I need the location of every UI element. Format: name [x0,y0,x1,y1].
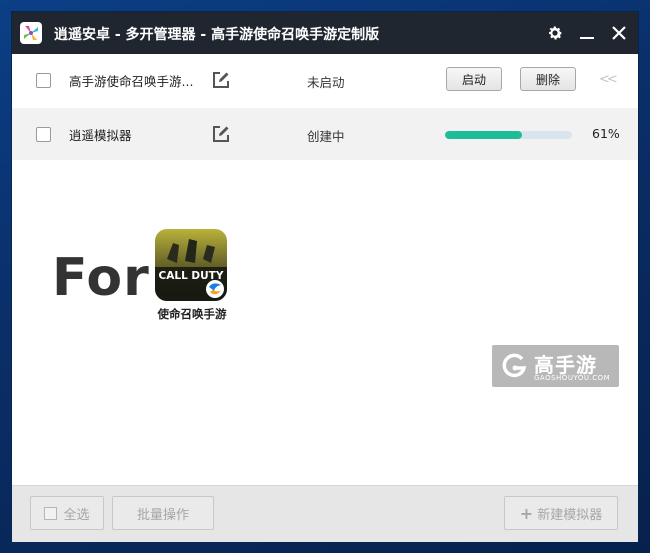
delete-button[interactable]: 删除 [520,67,576,91]
title-bar[interactable]: 逍遥安卓 - 多开管理器 - 高手游使命召唤手游定制版 [12,12,638,54]
close-icon[interactable] [606,20,632,46]
emulator-status: 创建中 [307,129,345,144]
gear-icon[interactable] [542,20,568,46]
progress-percent: 61% [592,126,620,141]
emulator-row: 高手游使命召唤手游... 未启动 启动 删除 << [12,54,638,106]
select-all-button[interactable]: 全选 [30,496,104,530]
start-button[interactable]: 启动 [446,67,502,91]
promo-for-text: For [52,248,150,308]
multi-instance-manager-window: 逍遥安卓 - 多开管理器 - 高手游使命召唤手游定制版 高手游使命召唤手游...… [12,12,638,542]
select-all-checkbox[interactable] [44,506,58,520]
app-logo-icon [20,22,42,44]
emulator-name: 高手游使命召唤手游... [69,74,194,89]
gaoshouyou-logo-icon [500,352,528,380]
new-emulator-label: 新建模拟器 [537,507,603,523]
edit-icon[interactable] [211,124,231,144]
window-title: 逍遥安卓 - 多开管理器 - 高手游使命召唤手游定制版 [54,27,380,43]
row-checkbox[interactable] [36,73,51,88]
gaoshouyou-watermark: 高手游 GAOSHOUYOU.COM [492,345,619,387]
emulator-status: 未启动 [307,75,345,90]
emulator-row: 逍遥模拟器 创建中 61% [12,108,638,160]
chevron-double-left-icon[interactable]: << [599,72,618,87]
game-name-caption: 使命召唤手游 [157,307,227,321]
select-all-label: 全选 [63,507,90,523]
batch-operation-button[interactable]: 批量操作 [112,496,214,530]
edit-icon[interactable] [211,70,231,90]
minimize-icon[interactable] [574,20,600,46]
game-icon: CALL DUTY [155,229,227,301]
row-checkbox[interactable] [36,127,51,142]
footer-bar: 全选 批量操作 + 新建模拟器 [12,485,638,542]
emulator-name: 逍遥模拟器 [69,128,132,143]
creation-progress-bar [445,131,572,139]
plus-icon: + [519,503,534,523]
progress-fill [445,131,523,139]
new-emulator-button[interactable]: + 新建模拟器 [504,496,618,530]
watermark-sub-text: GAOSHOUYOU.COM [534,374,611,382]
